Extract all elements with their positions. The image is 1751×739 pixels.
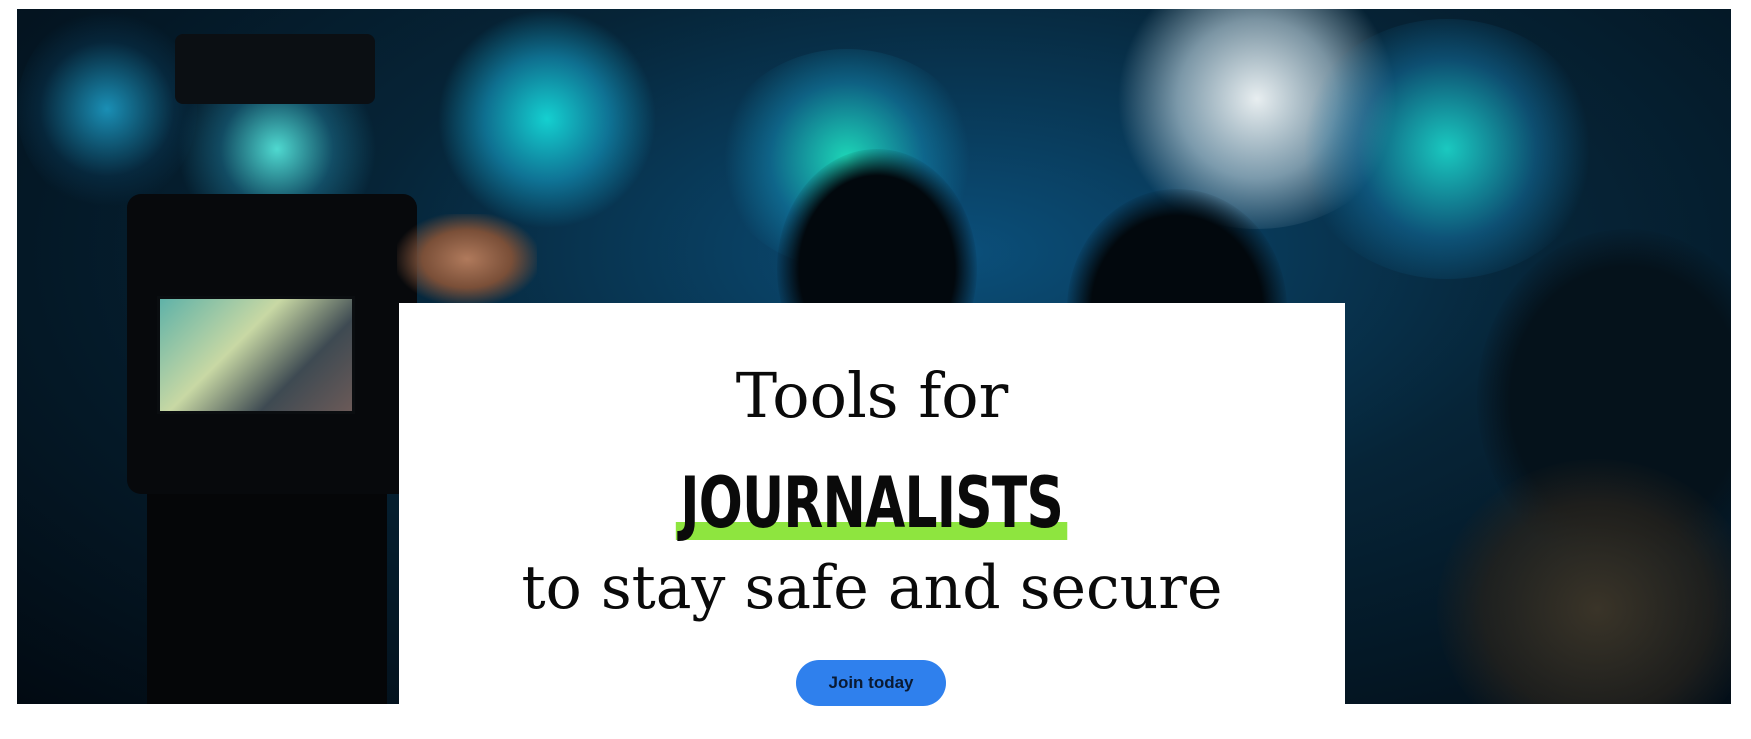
headline-emphasis-wrap: JOURNALISTS	[399, 468, 1345, 540]
join-today-button[interactable]: Join today	[796, 660, 946, 706]
headline-line-1: Tools for	[735, 359, 1009, 432]
headline-emphasis-text: JOURNALISTS	[680, 462, 1065, 544]
bokeh-light	[1297, 19, 1597, 279]
headline-line-3: to stay safe and secure	[521, 553, 1223, 623]
bokeh-light	[437, 9, 657, 229]
hero-card: Tools for JOURNALISTS to stay safe and s…	[399, 303, 1345, 706]
audience-silhouette	[1437, 459, 1731, 704]
camera-icon	[127, 34, 537, 704]
headline-emphasis: JOURNALISTS	[676, 468, 1068, 540]
